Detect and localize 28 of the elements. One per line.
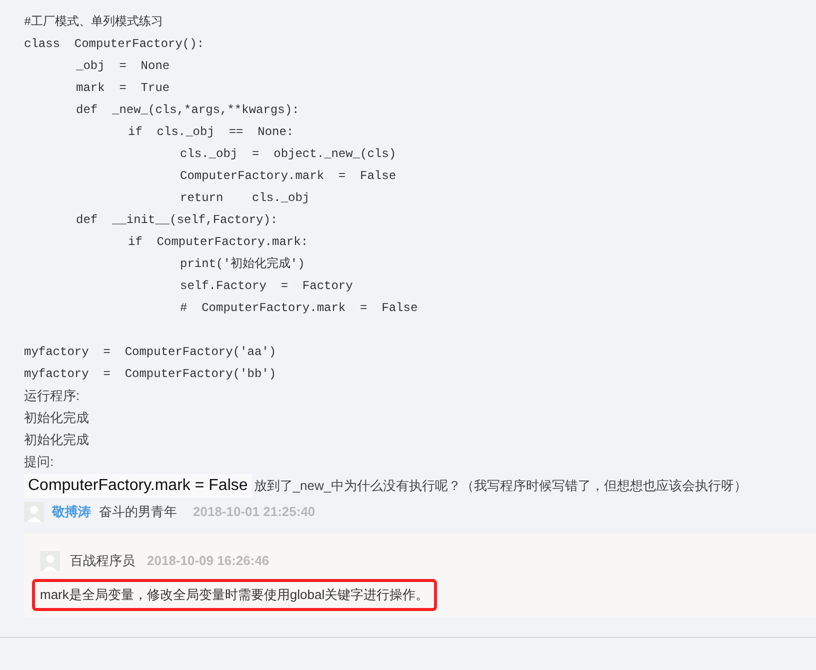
code-line: _obj = None bbox=[76, 58, 170, 75]
code-line: myfactory = ComputerFactory('bb') bbox=[24, 366, 276, 383]
code-line: def _new_(cls,*args,**kwargs): bbox=[76, 102, 300, 119]
code-line: ComputerFactory.mark = False bbox=[180, 168, 396, 185]
code-line: self.Factory = Factory bbox=[180, 278, 353, 295]
comment-author[interactable]: 敬搏涛 bbox=[52, 502, 91, 522]
code-line: myfactory = ComputerFactory('aa') bbox=[24, 344, 276, 361]
question-code: ComputerFactory.mark = False bbox=[24, 474, 252, 498]
reply-author: 百战程序员 bbox=[70, 552, 135, 570]
code-line: cls._obj = object._new_(cls) bbox=[180, 146, 396, 163]
code-line: return cls._obj bbox=[180, 190, 310, 207]
code-line: if ComputerFactory.mark: bbox=[128, 234, 308, 251]
output-text: 提问: bbox=[24, 453, 54, 472]
code-line: class ComputerFactory(): bbox=[24, 36, 204, 53]
question-text: 放到了_new_中为什么没有执行呢？（我写程序时候写错了，但想想也应该会执行呀） bbox=[254, 477, 748, 496]
output-text: 初始化完成 bbox=[24, 409, 89, 428]
code-line: mark = True bbox=[76, 80, 170, 97]
comment-date: 2018-10-01 21:25:40 bbox=[193, 503, 316, 522]
code-line: print('初始化完成') bbox=[180, 256, 305, 273]
comment-title: 奋斗的男青年 bbox=[99, 503, 177, 522]
code-line: if cls._obj == None: bbox=[128, 124, 294, 141]
code-line: def __init__(self,Factory): bbox=[76, 212, 278, 229]
output-text: 初始化完成 bbox=[24, 431, 89, 450]
output-text: 运行程序: bbox=[24, 387, 80, 406]
code-comment: #工厂模式、单列模式练习 bbox=[24, 14, 164, 31]
reply-text: mark是全局变量，修改全局变量时需要使用global关键字进行操作。 bbox=[32, 579, 437, 610]
reply-date: 2018-10-09 16:26:46 bbox=[147, 552, 270, 570]
code-line: # ComputerFactory.mark = False bbox=[180, 300, 418, 317]
